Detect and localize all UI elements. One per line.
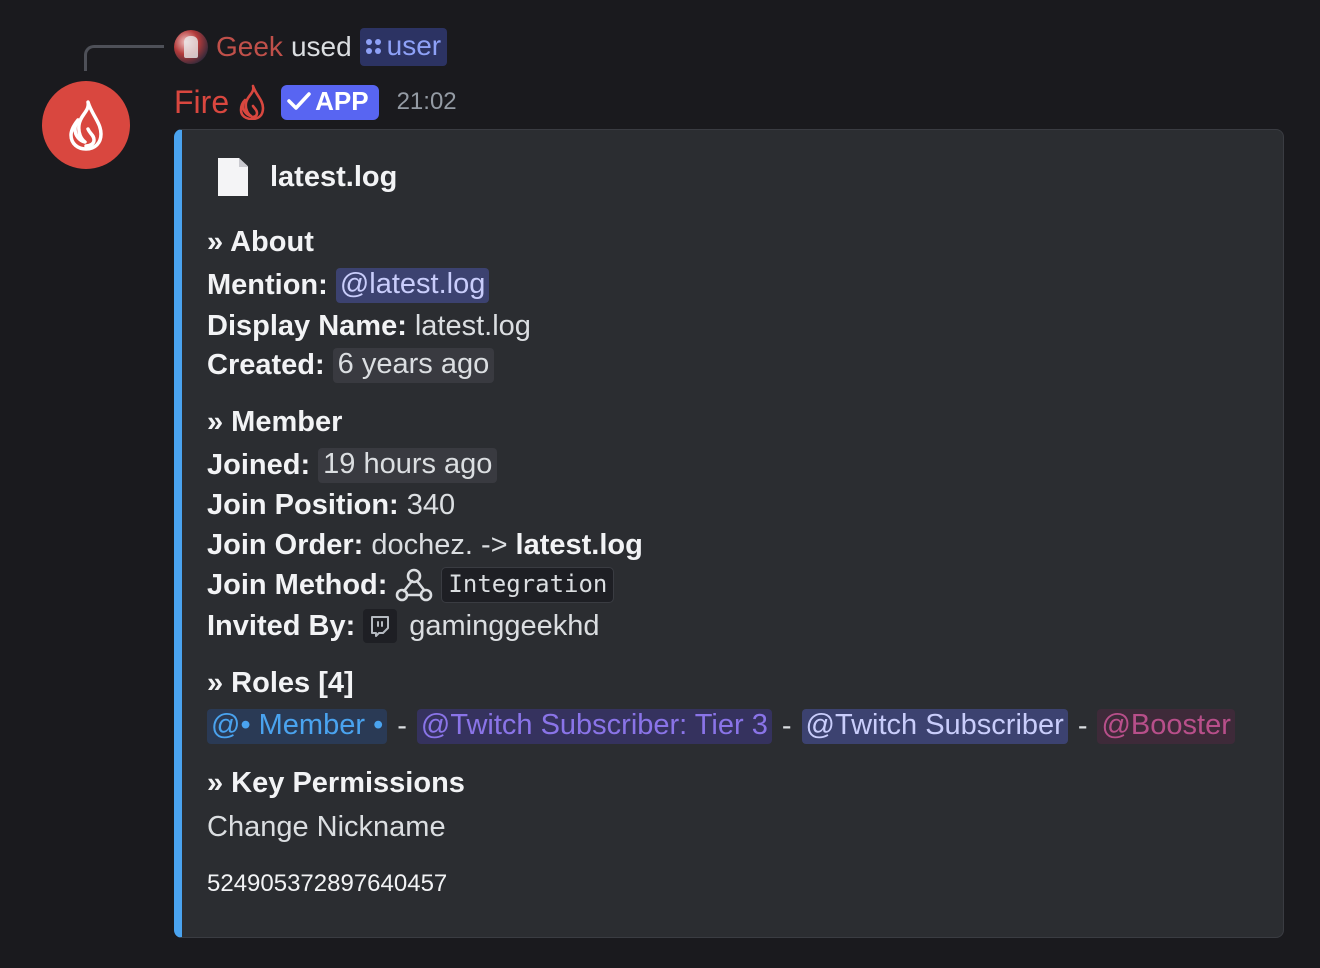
app-badge-label: APP <box>315 85 369 116</box>
embed-footer: 524905372897640457 <box>207 870 447 898</box>
display-name-label: Display Name: <box>207 310 407 342</box>
created-row: Created: 6 years ago <box>207 348 495 383</box>
role-twitch-subscriber[interactable]: @Twitch Subscriber <box>801 709 1068 744</box>
user-info-embed: latest.log » About Mention: @latest.log … <box>174 129 1284 938</box>
about-heading: » About <box>207 226 314 258</box>
reply-username[interactable]: Geek <box>216 31 283 63</box>
join-position-label: Join Position: <box>207 489 399 521</box>
display-name-row: Display Name: latest.log <box>207 310 531 343</box>
message-header: Fire APP 21:02 <box>174 80 457 124</box>
reply-preview[interactable]: Geek used user <box>174 28 448 66</box>
slash-command-icon <box>365 38 381 54</box>
webhook-icon <box>396 568 433 602</box>
join-order-current: latest.log <box>515 529 643 561</box>
mention-label: Mention: <box>207 269 328 301</box>
created-label: Created: <box>207 349 325 381</box>
section-permissions-title: » Key Permissions <box>207 767 465 800</box>
reply-connector <box>84 45 164 71</box>
command-name: user <box>386 30 442 61</box>
join-method-value: Integration <box>441 567 615 603</box>
user-id: 524905372897640457 <box>207 870 448 897</box>
permissions-row: Change Nickname <box>207 811 446 844</box>
role-separator: - <box>397 710 407 742</box>
role-separator: - <box>1077 710 1088 742</box>
embed-author: latest.log <box>218 158 397 196</box>
command-mention[interactable]: user <box>359 28 448 66</box>
role-twitch-tier3[interactable]: @Twitch Subscriber: Tier 3 <box>416 709 772 744</box>
joined-row: Joined: 19 hours ago <box>207 448 498 483</box>
permissions-value: Change Nickname <box>207 811 446 843</box>
join-order-previous: dochez. -> <box>371 529 508 561</box>
mention-row: Mention: @latest.log <box>207 268 490 303</box>
role-member[interactable]: @• Member • <box>207 709 388 744</box>
user-mention[interactable]: @latest.log <box>335 268 490 303</box>
reply-user-avatar[interactable] <box>174 30 208 64</box>
join-method-label: Join Method: <box>207 568 388 601</box>
joined-label: Joined: <box>207 449 311 481</box>
bot-name[interactable]: Fire <box>174 84 229 121</box>
permissions-heading: » Key Permissions <box>207 767 465 799</box>
flame-icon <box>239 84 265 120</box>
section-roles-title: » Roles [4] <box>207 667 354 700</box>
role-separator: - <box>781 710 792 742</box>
roles-list: @• Member • - @Twitch Subscriber: Tier 3… <box>207 709 1235 744</box>
fire-logo-icon <box>69 100 103 151</box>
created-timestamp[interactable]: 6 years ago <box>332 348 495 383</box>
role-booster[interactable]: @Booster <box>1097 709 1235 744</box>
invited-by-label: Invited By: <box>207 609 356 642</box>
file-icon <box>218 158 248 196</box>
bot-avatar[interactable] <box>42 81 130 169</box>
join-method-row: Join Method: Integration <box>207 567 615 603</box>
display-name-value: latest.log <box>414 310 531 342</box>
twitch-icon <box>363 609 398 643</box>
joined-timestamp[interactable]: 19 hours ago <box>318 448 498 483</box>
reply-used-text: used <box>290 31 352 62</box>
message-timestamp[interactable]: 21:02 <box>397 88 457 116</box>
app-badge: APP <box>281 84 379 120</box>
roles-heading: » Roles [4] <box>207 667 354 699</box>
join-position-row: Join Position: 340 <box>207 489 455 522</box>
join-order-row: Join Order: dochez. -> latest.log <box>207 529 643 562</box>
invited-by-row: Invited By: gaminggeekhd <box>207 609 600 643</box>
embed-author-name: latest.log <box>270 160 398 193</box>
invited-by-value: gaminggeekhd <box>409 609 600 642</box>
section-member-title: » Member <box>207 406 342 439</box>
join-order-label: Join Order: <box>207 529 364 561</box>
join-position-value: 340 <box>406 489 456 521</box>
check-icon <box>287 92 311 110</box>
section-about-title: » About <box>207 226 314 259</box>
member-heading: » Member <box>207 406 343 438</box>
